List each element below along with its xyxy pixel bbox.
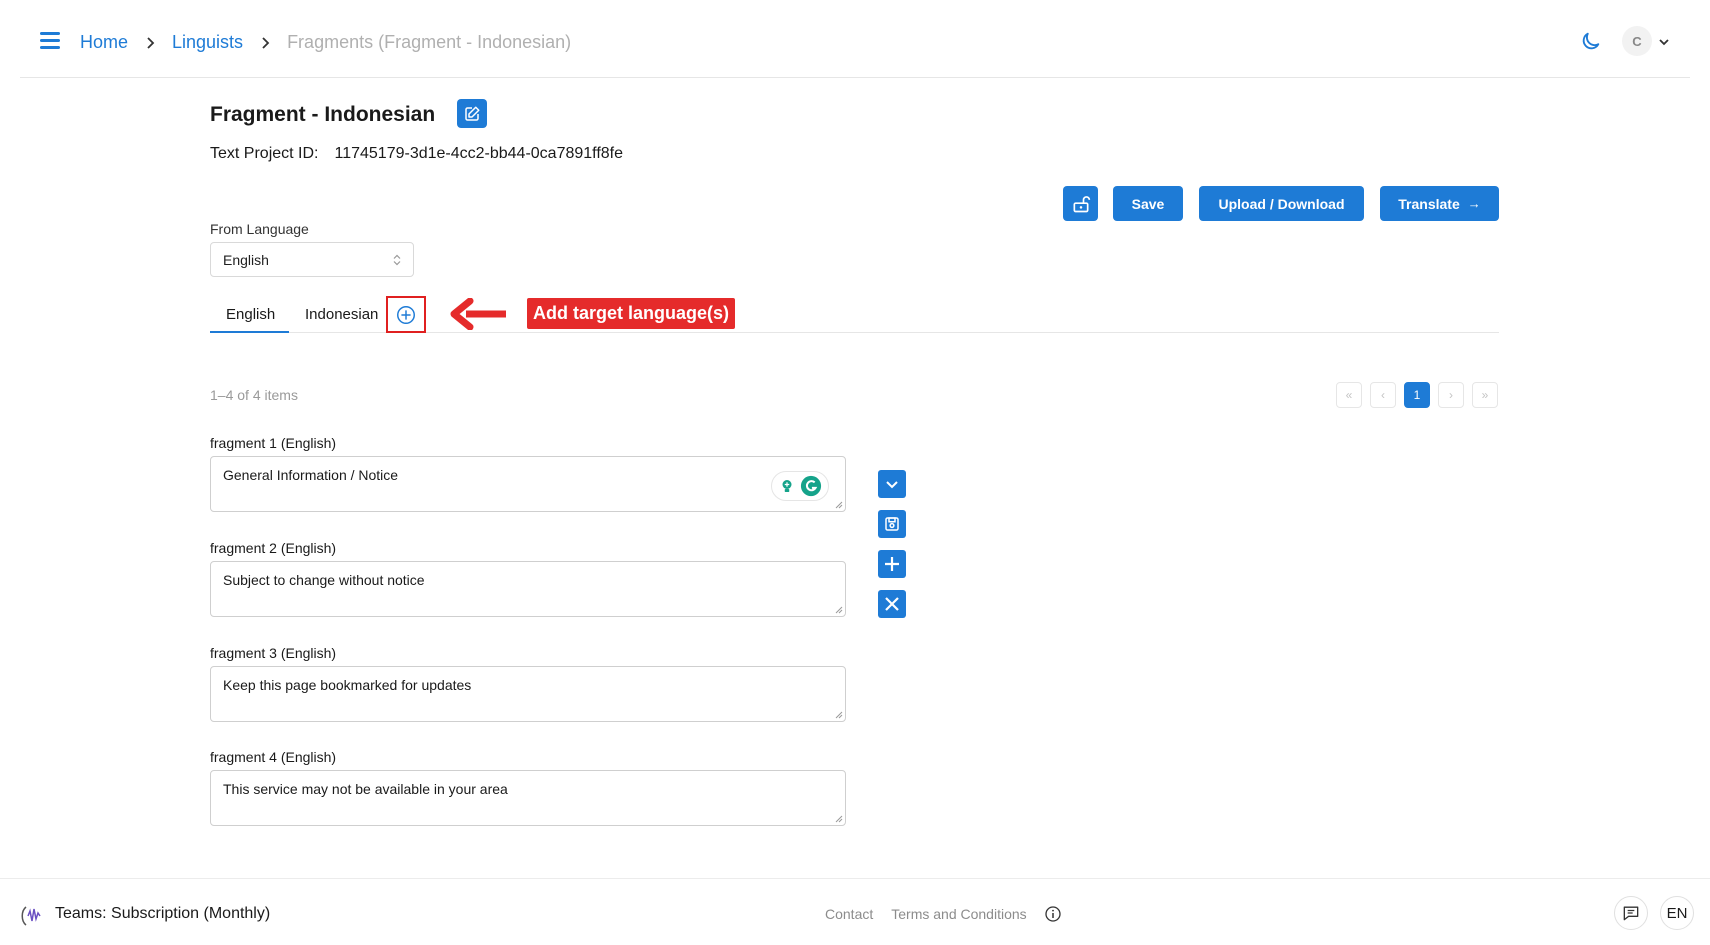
last-page-button[interactable]: » — [1472, 382, 1498, 408]
fragment-text: Subject to change without notice — [223, 572, 425, 588]
delete-fragment-button[interactable] — [878, 590, 906, 618]
breadcrumb-linguists[interactable]: Linguists — [172, 32, 243, 53]
plus-circle-icon — [397, 305, 415, 324]
items-count: 1–4 of 4 items — [210, 387, 298, 403]
footer-links: Contact Terms and Conditions — [825, 906, 1061, 922]
fragment-label: fragment 1 (English) — [210, 435, 337, 451]
prev-page-button[interactable]: ‹ — [1370, 382, 1396, 408]
save-button[interactable]: Save — [1113, 186, 1183, 221]
pagination: « ‹ 1 › » — [1336, 382, 1498, 408]
tab-english[interactable]: English — [226, 306, 275, 323]
add-language-button[interactable] — [386, 296, 426, 333]
chevron-right-icon — [259, 36, 271, 49]
unlock-button[interactable] — [1063, 186, 1098, 221]
grammarly-widget[interactable] — [771, 471, 829, 501]
top-header: Home Linguists Fragments (Fragment - Ind… — [20, 0, 1690, 78]
page-1-button[interactable]: 1 — [1404, 382, 1430, 408]
unlock-icon — [1073, 195, 1090, 212]
chevron-right-icon — [144, 36, 156, 49]
chevron-down-icon — [886, 481, 898, 489]
fragment-textarea[interactable]: General Information / Notice — [210, 456, 846, 512]
from-language-label: From Language — [210, 221, 309, 237]
translate-label: Translate — [1398, 195, 1460, 212]
add-fragment-button[interactable] — [878, 550, 906, 578]
project-id-label: Text Project ID: — [210, 145, 319, 162]
from-language-value: English — [223, 251, 269, 268]
fragment-label: fragment 2 (English) — [210, 540, 337, 556]
from-language-select[interactable]: English — [210, 242, 414, 277]
resize-handle-icon[interactable] — [835, 501, 843, 509]
tab-indonesian[interactable]: Indonesian — [305, 306, 378, 323]
next-page-button[interactable]: › — [1438, 382, 1464, 408]
fragment-text: Keep this page bookmarked for updates — [223, 677, 472, 693]
edit-title-button[interactable] — [457, 99, 487, 128]
select-caret-icon — [393, 254, 401, 266]
close-icon — [885, 597, 899, 611]
info-icon[interactable] — [1045, 906, 1061, 922]
upload-download-button[interactable]: Upload / Download — [1199, 186, 1364, 221]
translate-button[interactable]: Translate → — [1380, 186, 1499, 221]
footer: Teams: Subscription (Monthly) Contact Te… — [0, 878, 1710, 945]
language-tabs: English Indonesian — [210, 296, 1499, 333]
project-id: Text Project ID: 11745179-3d1e-4cc2-bb44-… — [210, 145, 623, 163]
avatar[interactable]: C — [1622, 26, 1652, 56]
fragment-textarea[interactable]: Keep this page bookmarked for updates — [210, 666, 846, 722]
arrow-right-icon: → — [1467, 196, 1481, 211]
fragment-label: fragment 4 (English) — [210, 749, 337, 765]
user-menu[interactable]: C — [1622, 26, 1670, 56]
fragment-textarea[interactable]: This service may not be available in you… — [210, 770, 846, 826]
subscription-plan: Teams: Subscription (Monthly) — [55, 905, 271, 922]
expand-button[interactable] — [878, 470, 906, 498]
moon-icon[interactable] — [1580, 30, 1602, 52]
save-icon — [885, 517, 899, 531]
resize-handle-icon[interactable] — [835, 815, 843, 823]
chat-icon — [1623, 906, 1639, 921]
resize-handle-icon[interactable] — [835, 606, 843, 614]
annotation-label: Add target language(s) — [527, 298, 736, 329]
logo-icon — [21, 906, 41, 926]
contact-link[interactable]: Contact — [825, 906, 873, 922]
breadcrumb-current: Fragments (Fragment - Indonesian) — [287, 32, 572, 52]
fragment-label: fragment 3 (English) — [210, 645, 337, 661]
annotation-arrow-icon — [450, 298, 506, 330]
fragment-textarea[interactable]: Subject to change without notice — [210, 561, 846, 617]
fragment-text: General Information / Notice — [223, 467, 399, 483]
page-title: Fragment - Indonesian — [210, 103, 436, 126]
plus-icon — [885, 557, 899, 571]
project-id-value: 11745179-3d1e-4cc2-bb44-0ca7891ff8fe — [334, 145, 624, 162]
hamburger-icon[interactable] — [40, 32, 60, 49]
grammarly-icon — [800, 475, 822, 497]
active-tab-indicator — [210, 331, 289, 333]
fragment-text: This service may not be available in you… — [223, 781, 508, 797]
chat-button[interactable] — [1614, 896, 1648, 930]
resize-handle-icon[interactable] — [835, 711, 843, 719]
edit-icon — [465, 106, 480, 121]
breadcrumb-home[interactable]: Home — [80, 32, 128, 53]
first-page-button[interactable]: « — [1336, 382, 1362, 408]
save-fragment-button[interactable] — [878, 510, 906, 538]
terms-link[interactable]: Terms and Conditions — [891, 906, 1026, 922]
lightbulb-icon — [782, 480, 792, 492]
language-button[interactable]: EN — [1660, 896, 1694, 930]
breadcrumb: Home Linguists Fragments (Fragment - Ind… — [80, 32, 571, 53]
chevron-down-icon[interactable] — [1658, 35, 1670, 47]
